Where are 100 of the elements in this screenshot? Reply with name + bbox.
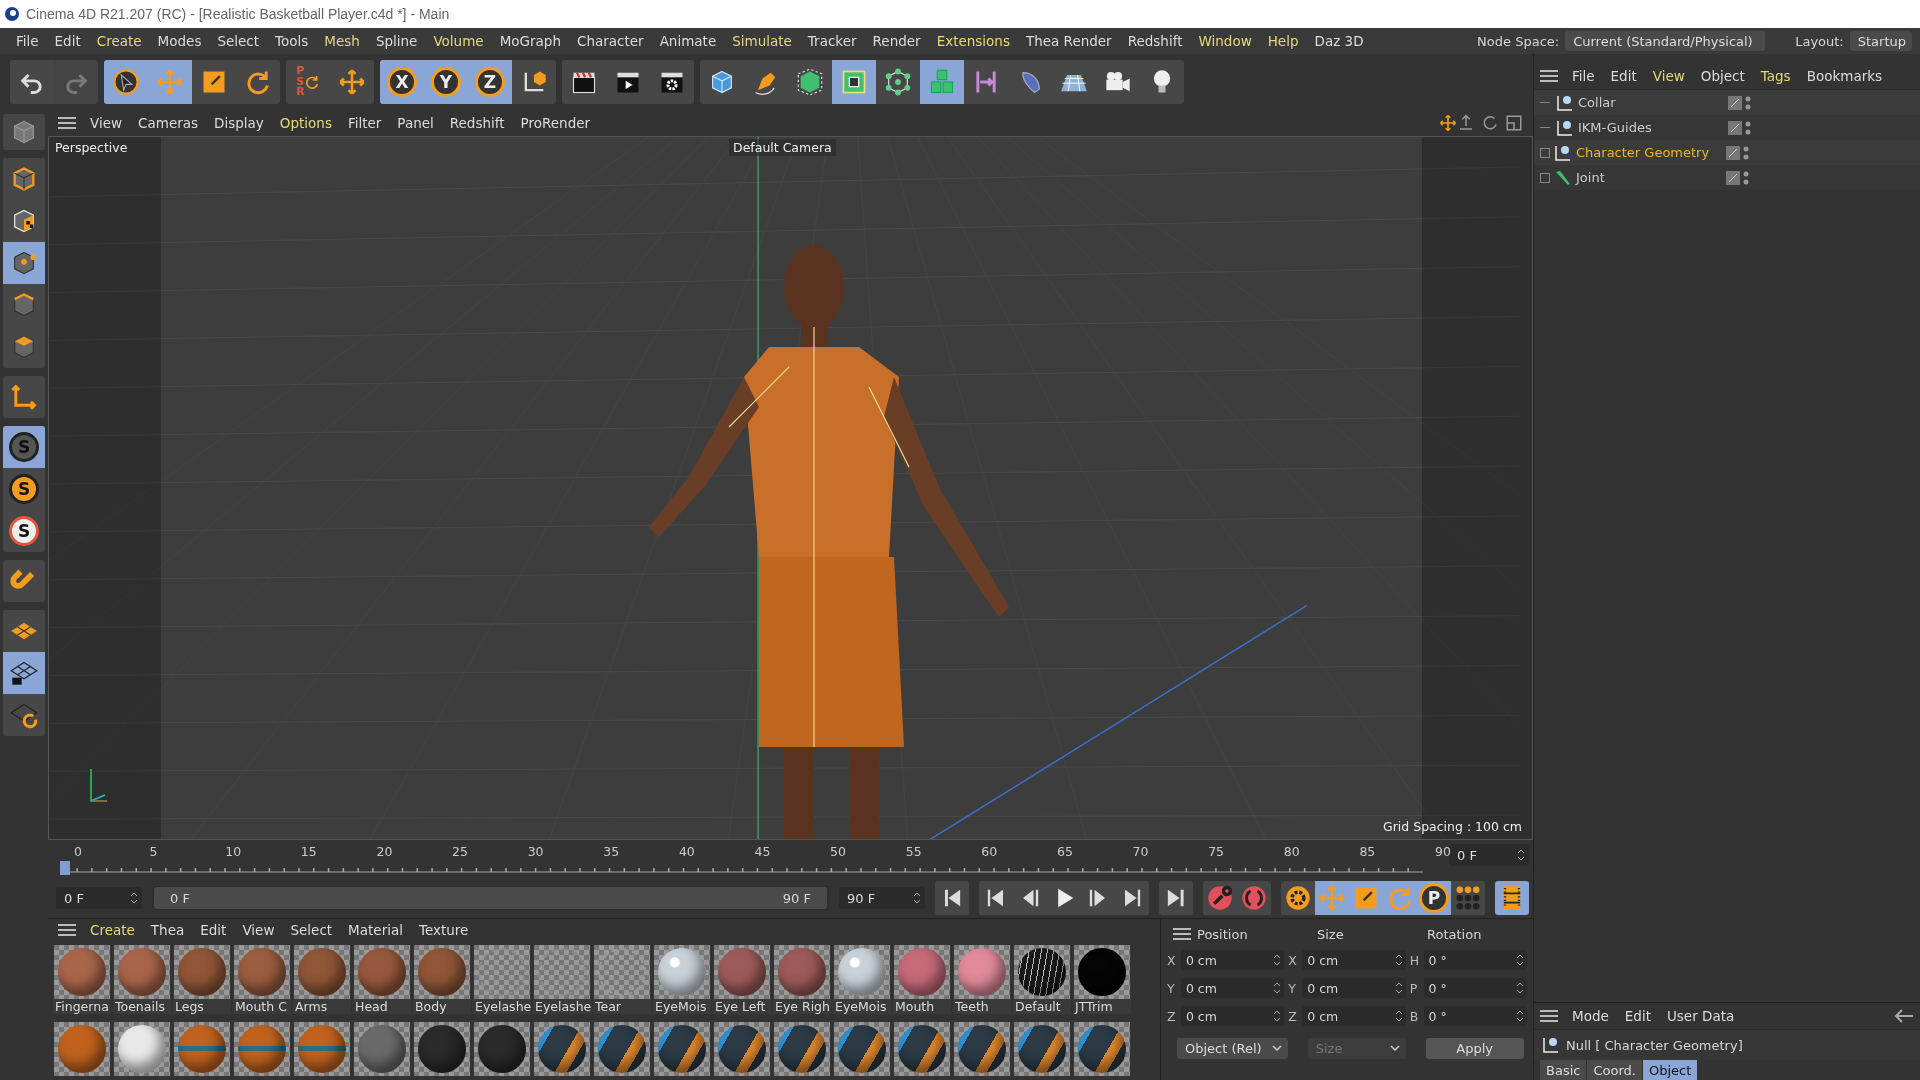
rotation-field[interactable]: 0 ° xyxy=(1423,978,1527,998)
visibility-toggle-icon[interactable] xyxy=(1726,169,1750,186)
stepper-icon[interactable] xyxy=(1273,953,1282,967)
menu-item[interactable]: Modes xyxy=(149,33,210,49)
menu-item[interactable]: Object xyxy=(1692,67,1753,84)
menu-item[interactable]: Edit xyxy=(46,33,89,49)
menu-icon[interactable] xyxy=(58,116,76,130)
menu-item[interactable]: Render xyxy=(864,33,929,49)
menu-item[interactable]: Window xyxy=(1190,33,1260,49)
back-arrow-icon[interactable] xyxy=(1894,1008,1914,1024)
menu-item[interactable]: Spline xyxy=(367,33,426,49)
material-name[interactable]: Mouth xyxy=(893,999,951,1014)
menu-item[interactable]: Filter xyxy=(339,115,390,131)
menu-item[interactable]: Mesh xyxy=(316,33,368,49)
material-name[interactable]: Eyelashe xyxy=(533,999,591,1014)
menu-item[interactable]: File xyxy=(1564,67,1603,84)
menu-item[interactable]: Edit xyxy=(1602,67,1645,84)
stepper-icon[interactable] xyxy=(1394,953,1403,967)
axis-toggle-button[interactable]: Z xyxy=(468,60,512,104)
position-field[interactable]: 0 cm xyxy=(1180,950,1285,970)
menu-item[interactable]: Tools xyxy=(267,33,317,49)
menu-item[interactable]: Edit xyxy=(1616,1008,1659,1024)
attribute-tab[interactable]: Object xyxy=(1642,1060,1698,1080)
stepper-icon[interactable] xyxy=(913,891,921,905)
material-name[interactable]: Tear xyxy=(593,999,651,1014)
menu-item[interactable]: Create xyxy=(88,33,150,49)
menu-item[interactable]: Panel xyxy=(389,115,442,131)
tool-button[interactable] xyxy=(832,60,876,104)
material-name[interactable]: Mouth C xyxy=(233,999,291,1014)
menu-item[interactable]: ProRender xyxy=(512,115,599,131)
material-name[interactable]: Fingerna xyxy=(53,999,111,1014)
maximize-icon[interactable] xyxy=(1505,114,1523,132)
layout-dropdown[interactable]: Startup xyxy=(1849,31,1912,51)
start-frame-field[interactable]: 0 F xyxy=(56,887,142,909)
menu-item[interactable]: View xyxy=(82,115,131,131)
material-name[interactable]: Head xyxy=(353,999,411,1014)
material-name[interactable]: EyeMois xyxy=(833,999,891,1014)
material-name[interactable]: Legs xyxy=(173,999,231,1014)
menu-item[interactable]: Help xyxy=(1259,33,1307,49)
menu-item[interactable]: Options xyxy=(271,115,340,131)
material-name[interactable]: Body xyxy=(413,999,471,1014)
menu-item[interactable]: Extensions xyxy=(928,33,1018,49)
stepper-icon[interactable] xyxy=(1516,953,1524,967)
axis-toggle-button[interactable]: X xyxy=(380,60,424,104)
pan-icon[interactable] xyxy=(1457,114,1475,132)
rotation-field[interactable]: 0 ° xyxy=(1423,950,1527,970)
menu-item[interactable]: Create xyxy=(82,922,143,938)
visibility-toggle-icon[interactable] xyxy=(1728,119,1752,136)
position-field[interactable]: 0 cm xyxy=(1180,978,1285,998)
menu-item[interactable]: Material xyxy=(340,922,411,938)
apply-button[interactable]: Apply xyxy=(1425,1037,1524,1059)
visibility-toggle-icon[interactable] xyxy=(1728,94,1752,111)
tool-button[interactable] xyxy=(104,60,148,104)
material-name[interactable]: Eye Left xyxy=(713,999,771,1014)
axis-toggle-button[interactable]: P xyxy=(1417,881,1451,915)
material-name[interactable]: Eyelashe xyxy=(473,999,531,1014)
menu-item[interactable]: View xyxy=(234,922,283,938)
size-field[interactable]: 0 cm xyxy=(1302,1006,1406,1026)
menu-item[interactable]: Select xyxy=(209,33,268,49)
position-field[interactable]: 0 cm xyxy=(1180,1006,1285,1026)
menu-item[interactable]: Cameras xyxy=(130,115,207,131)
end-frame-field[interactable]: 90 F xyxy=(839,887,925,909)
size-field[interactable]: 0 cm xyxy=(1302,950,1406,970)
expand-icon[interactable] xyxy=(1540,147,1550,158)
menu-item[interactable]: MoGraph xyxy=(491,33,569,49)
menu-item[interactable]: Animate xyxy=(651,33,725,49)
object-name[interactable]: Joint xyxy=(1572,170,1712,185)
size-field[interactable]: 0 cm xyxy=(1302,978,1406,998)
material-name[interactable]: JTTrim xyxy=(1073,999,1131,1014)
axis-toggle-button[interactable]: Y xyxy=(424,60,468,104)
menu-item[interactable]: Thea xyxy=(142,922,193,938)
menu-item[interactable]: File xyxy=(8,33,47,49)
stepper-icon[interactable] xyxy=(1516,981,1524,995)
frame-range-slider[interactable]: 0 F 90 F xyxy=(154,887,827,909)
menu-item[interactable]: Select xyxy=(282,922,341,938)
stepper-icon[interactable] xyxy=(1394,1009,1403,1023)
menu-item[interactable]: Daz 3D xyxy=(1306,33,1372,49)
menu-item[interactable]: Tracker xyxy=(799,33,865,49)
menu-icon[interactable] xyxy=(1540,68,1558,83)
rotation-field[interactable]: 0 ° xyxy=(1423,1006,1527,1026)
material-name[interactable]: Teeth xyxy=(953,999,1011,1014)
visibility-toggle-icon[interactable] xyxy=(1726,144,1750,161)
menu-item[interactable]: Edit xyxy=(192,922,235,938)
menu-item[interactable]: Texture xyxy=(410,922,477,938)
tool-button[interactable] xyxy=(3,652,45,694)
stepper-icon[interactable] xyxy=(130,891,138,905)
menu-item[interactable]: Tags xyxy=(1752,67,1799,84)
menu-icon[interactable] xyxy=(1173,927,1191,941)
stepper-icon[interactable] xyxy=(1273,1009,1282,1023)
node-space-dropdown[interactable]: Current (Standard/Physical) xyxy=(1565,31,1766,51)
coordinate-mode-dropdown[interactable]: Object (Rel) xyxy=(1177,1037,1288,1059)
orbit-icon[interactable] xyxy=(1481,114,1499,132)
menu-item[interactable]: Redshift xyxy=(441,115,513,131)
menu-item[interactable]: View xyxy=(1644,67,1693,84)
attribute-tab[interactable]: Coord. xyxy=(1587,1060,1642,1080)
menu-item[interactable]: Display xyxy=(206,115,272,131)
menu-icon[interactable] xyxy=(58,923,76,937)
material-name[interactable]: Eye Righ xyxy=(773,999,831,1014)
menu-item[interactable]: Bookmarks xyxy=(1798,67,1891,84)
menu-item[interactable]: Thea Render xyxy=(1017,33,1120,49)
